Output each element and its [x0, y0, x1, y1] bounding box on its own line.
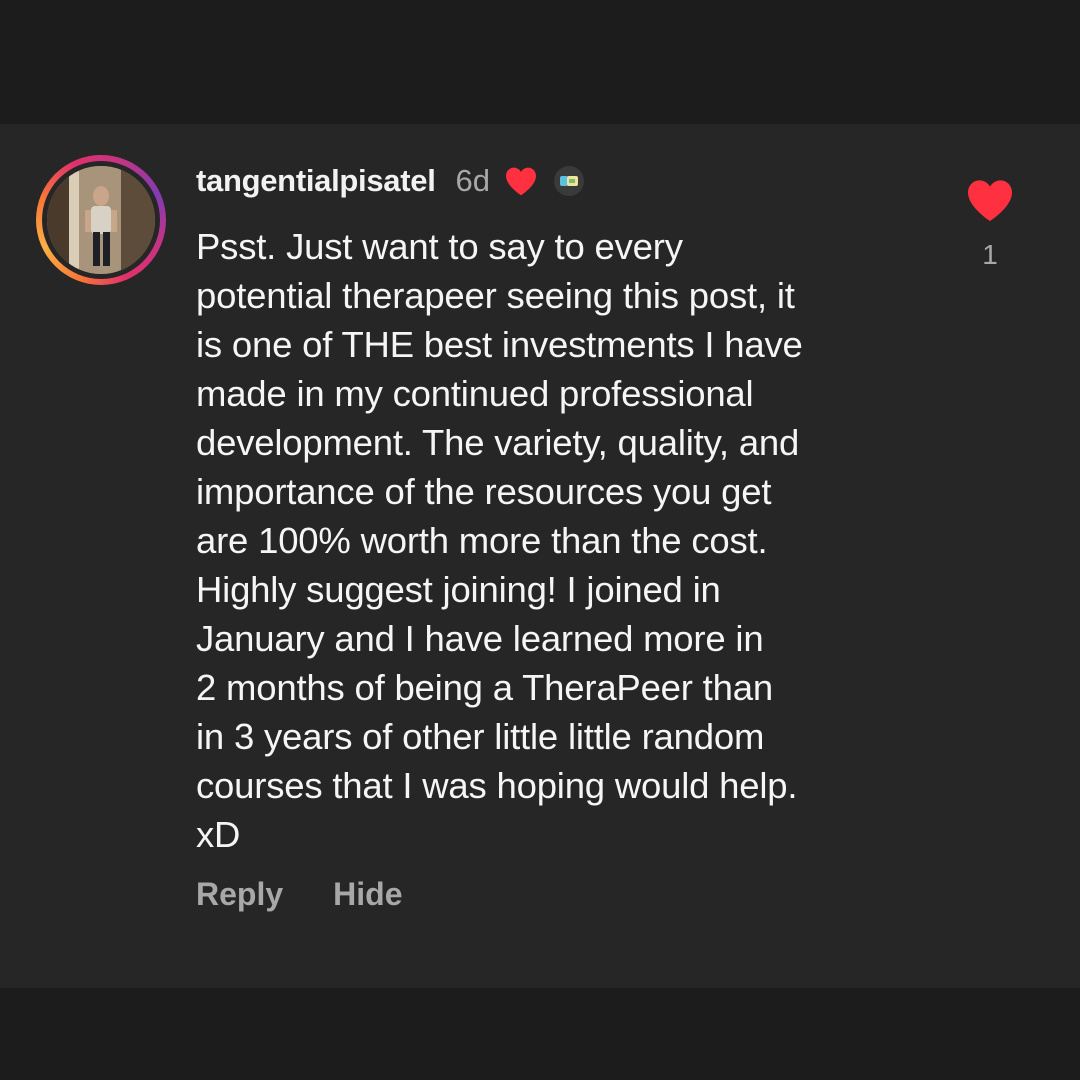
like-control: 1 — [960, 178, 1020, 271]
comment-text-line: development. The variety, quality, and — [196, 422, 800, 463]
reply-button[interactable]: Reply — [196, 876, 283, 913]
comment-timestamp: 6d — [455, 163, 490, 198]
comment-text-line: potential therapeer seeing this post, it — [196, 275, 795, 316]
heart-filled-icon — [504, 166, 538, 196]
comment-header: tangentialpisatel 6d — [196, 158, 584, 204]
comment-text-line: importance of the resources you get — [196, 471, 772, 512]
like-heart-button[interactable] — [965, 178, 1015, 227]
comment-body: Psst. Just want to say to every potentia… — [196, 222, 936, 859]
avatar-photo — [47, 166, 155, 274]
creator-avatar-badge-icon — [554, 166, 584, 196]
like-count: 1 — [982, 239, 998, 270]
comment-text-line: Highly suggest joining! I joined in — [196, 569, 721, 610]
comment-text-line: 2 months of being a TheraPeer than — [196, 667, 773, 708]
avatar[interactable] — [36, 155, 166, 285]
comment-text-line: in 3 years of other little little random — [196, 716, 765, 757]
username-link[interactable]: tangentialpisatel — [196, 163, 436, 199]
comment-actions: Reply Hide — [196, 876, 402, 913]
comment-text-line: Psst. Just want to say to every — [196, 226, 683, 267]
comment-text-line: is one of THE best investments I have — [196, 324, 803, 365]
comment-text-line: are 100% worth more than the cost. — [196, 520, 768, 561]
hide-button[interactable]: Hide — [333, 876, 402, 913]
heart-filled-icon — [968, 180, 1012, 221]
comment-text-line: xD — [196, 814, 241, 855]
comment-text-line: made in my continued professional — [196, 373, 754, 414]
comment-text-line: January and I have learned more in — [196, 618, 764, 659]
comment-text-line: courses that I was hoping would help. — [196, 765, 798, 806]
